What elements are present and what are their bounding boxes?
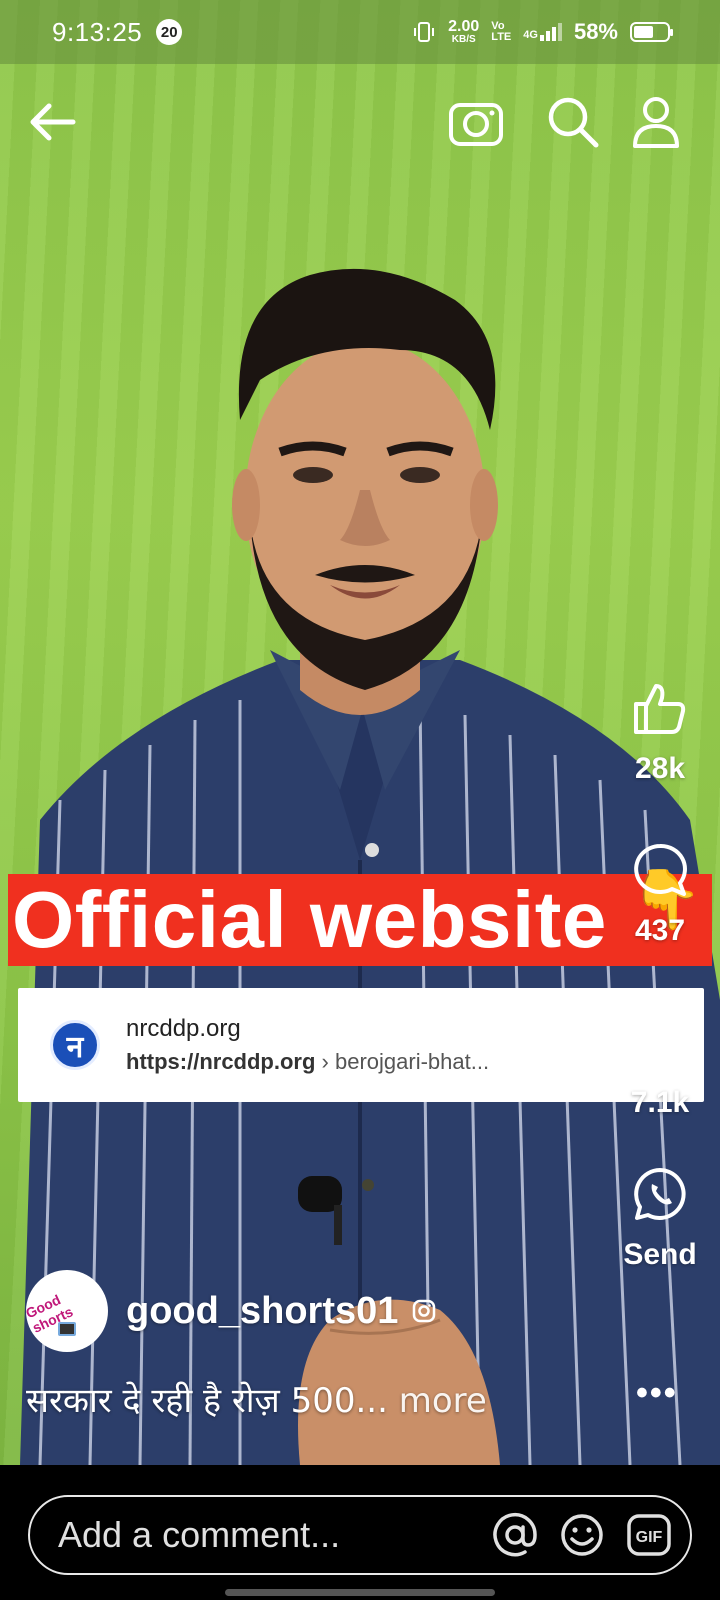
more-link[interactable]: more (388, 1381, 487, 1421)
comment-input[interactable]: Add a comment... GIF (28, 1495, 692, 1575)
back-button[interactable] (22, 92, 82, 152)
like-count: 28k (634, 752, 686, 785)
like-action[interactable]: 28k (600, 680, 720, 786)
whatsapp-icon (634, 1168, 686, 1220)
comment-icon (634, 843, 687, 896)
camera-icon (449, 103, 503, 146)
top-nav (0, 92, 720, 152)
comment-placeholder: Add a comment... (58, 1514, 341, 1555)
person-icon (633, 97, 679, 148)
profile-button[interactable] (626, 92, 686, 152)
tv-icon (58, 1322, 76, 1336)
whatsapp-send-action[interactable]: Send (600, 1166, 720, 1272)
volte-indicator: Vo LTE (491, 20, 512, 43)
comment-action[interactable]: 437 (600, 842, 720, 948)
comment-count: 437 (634, 914, 686, 947)
send-label: Send (623, 1238, 697, 1271)
gif-icon[interactable]: GIF (626, 1513, 672, 1557)
signal-icon: 4G (523, 23, 562, 41)
comment-bar: Add a comment... GIF (0, 1465, 720, 1600)
share-count: 7.1k (630, 1086, 690, 1119)
author-row[interactable]: Good shorts good_shorts01 (26, 1270, 436, 1352)
search-icon (548, 97, 599, 148)
site-logo: न (50, 1020, 100, 1070)
username[interactable]: good_shorts01 (126, 1290, 398, 1333)
avatar[interactable]: Good shorts (26, 1270, 108, 1352)
more-options-button[interactable]: ••• (636, 1374, 678, 1413)
battery-percent: 58% (573, 19, 618, 44)
status-bar: 9:13:25 20 2.00 KB/S Vo LTE 4G 58% (0, 0, 720, 64)
instagram-icon (413, 1299, 436, 1323)
svg-text:GIF: GIF (636, 1529, 663, 1546)
caption[interactable]: सरकार दे रही है रोज़ 500... more (26, 1376, 487, 1422)
search-button[interactable] (543, 92, 603, 152)
network-speed: 2.00 KB/S (448, 18, 480, 45)
emoji-icon[interactable] (560, 1513, 604, 1557)
notification-count-badge: 20 (156, 19, 183, 45)
status-time: 9:13:25 (52, 16, 143, 47)
share-action[interactable]: 7.1k (600, 1022, 720, 1120)
camera-button[interactable] (446, 92, 506, 152)
caption-text: सरकार दे रही है रोज़ 500... (26, 1381, 388, 1421)
mention-icon[interactable] (492, 1512, 538, 1558)
status-indicators: 2.00 KB/S Vo LTE 4G 58% (412, 18, 673, 45)
vibrate-icon (414, 22, 435, 42)
arrow-left-icon (30, 103, 76, 141)
link-url: https://nrcddp.org › berojgari-bhat... (126, 1049, 490, 1074)
share-icon (634, 1024, 686, 1066)
overlay-banner-text: Official website (12, 875, 607, 964)
thumbs-up-icon (634, 684, 686, 734)
link-domain: nrcddp.org (126, 1015, 241, 1042)
battery-icon (630, 22, 673, 42)
home-indicator[interactable] (225, 1589, 495, 1596)
